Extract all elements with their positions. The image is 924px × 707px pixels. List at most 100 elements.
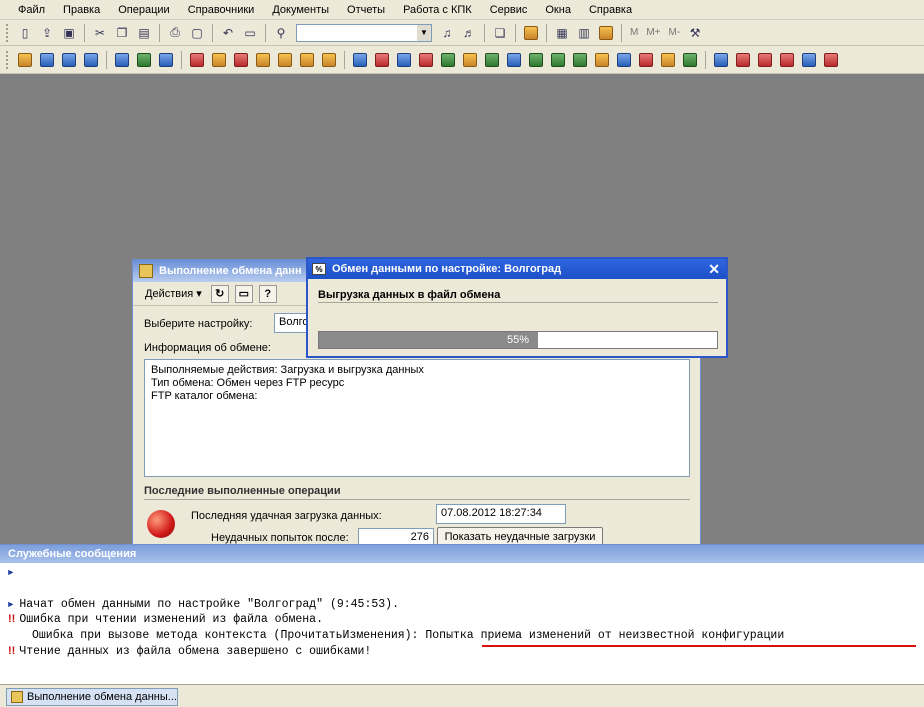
menu-operations[interactable]: Операции (106, 0, 175, 20)
operations-toolbar (0, 46, 924, 74)
money-icon[interactable] (734, 51, 752, 69)
info-label: Информация об обмене: (144, 342, 271, 354)
memory-plus-button[interactable]: M+ (646, 27, 660, 38)
menu-reports[interactable]: Отчеты (335, 0, 391, 20)
actions-label: Действия (145, 288, 194, 300)
documents-icon[interactable] (38, 51, 56, 69)
inventory-icon[interactable] (395, 51, 413, 69)
print-icon[interactable]: ⎙ (166, 24, 184, 42)
message-arrow-icon: ► (8, 600, 14, 610)
sales-icon[interactable] (188, 51, 206, 69)
toolbar-separator (84, 23, 85, 42)
payment-icon[interactable] (320, 51, 338, 69)
sum-icon[interactable] (712, 51, 730, 69)
chevron-down-icon[interactable]: ▼ (417, 24, 431, 41)
cash-out-icon[interactable] (276, 51, 294, 69)
redo-icon[interactable]: ▭ (241, 24, 259, 42)
actions-menu-button[interactable]: Действия ▾ (139, 287, 208, 300)
analysis-icon[interactable] (800, 51, 818, 69)
coins-icon[interactable] (593, 51, 611, 69)
cash-in-icon[interactable] (254, 51, 272, 69)
windows-icon[interactable]: ❏ (491, 24, 509, 42)
bank-icon[interactable] (298, 51, 316, 69)
task-button-exchange[interactable]: Выполнение обмена данны... (6, 688, 178, 706)
message-line: ► Начат обмен данными по настройке "Волго… (8, 598, 399, 611)
price-icon[interactable] (549, 51, 567, 69)
message-text: Чтение данных из файла обмена завершено … (19, 645, 372, 658)
progress-dialog-titlebar[interactable]: % Обмен данными по настройке: Волгоград … (308, 259, 726, 279)
contract-icon[interactable] (505, 51, 523, 69)
users-icon[interactable] (113, 51, 131, 69)
calendar-icon[interactable]: ▥ (575, 24, 593, 42)
register-icon[interactable] (60, 51, 78, 69)
menu-service[interactable]: Сервис (478, 0, 534, 20)
menu-documents[interactable]: Документы (260, 0, 335, 20)
menu-windows[interactable]: Окна (533, 0, 577, 20)
window-taskbar: Выполнение обмена данны... (0, 684, 924, 707)
preview-icon[interactable]: ▢ (188, 24, 206, 42)
paste-icon[interactable]: ▤ (135, 24, 153, 42)
select-setting-label: Выберите настройку: (144, 318, 253, 330)
invoice-icon[interactable] (483, 51, 501, 69)
message-line: Ошибка при вызове метода контекста (Проч… (32, 629, 784, 642)
edit-icon[interactable] (157, 51, 175, 69)
message-text: Ошибка при чтении изменений из файла обм… (19, 613, 323, 626)
tools-icon[interactable]: ⚒ (686, 24, 704, 42)
search-combo[interactable]: ▼ (296, 23, 432, 42)
open-icon[interactable]: ⇪ (38, 24, 56, 42)
new-document-icon[interactable]: ▯ (16, 24, 34, 42)
receipt-icon[interactable] (439, 51, 457, 69)
undo-icon[interactable]: ↶ (219, 24, 237, 42)
purchase-icon[interactable] (210, 51, 228, 69)
copy-icon[interactable]: ❐ (113, 24, 131, 42)
help-1c-icon[interactable] (522, 24, 540, 42)
memory-minus-button[interactable]: M- (669, 27, 681, 38)
pay-icon[interactable] (822, 51, 840, 69)
report-icon[interactable] (615, 51, 633, 69)
return-icon[interactable] (232, 51, 250, 69)
error-icon: !! (8, 645, 16, 657)
menu-edit[interactable]: Правка (51, 0, 106, 20)
close-icon[interactable]: ✕ (708, 261, 720, 278)
message-text: Ошибка при вызове метода контекста (Проч… (32, 629, 785, 642)
toolbar-separator (484, 23, 485, 42)
journal-icon[interactable] (16, 51, 34, 69)
monitor-icon[interactable]: ▭ (234, 284, 253, 303)
book-icon[interactable] (681, 51, 699, 69)
goods-icon[interactable] (527, 51, 545, 69)
cancel-icon[interactable] (637, 51, 655, 69)
save-icon[interactable]: ▣ (60, 24, 78, 42)
transfer-icon[interactable] (351, 51, 369, 69)
last-success-label: Последняя удачная загрузка данных: (191, 510, 382, 522)
writeoff-icon[interactable] (417, 51, 435, 69)
check-icon[interactable] (571, 51, 589, 69)
stack-icon[interactable] (659, 51, 677, 69)
toolbar-grip[interactable] (6, 23, 10, 42)
help-icon[interactable]: ? (258, 284, 277, 303)
cut-icon[interactable]: ✂ (91, 24, 109, 42)
memory-button[interactable]: M (630, 27, 638, 38)
balance-icon[interactable] (778, 51, 796, 69)
menu-help[interactable]: Справка (577, 0, 638, 20)
refresh-icon[interactable]: ↻ (210, 284, 229, 303)
find-next-icon[interactable]: ♫ (438, 24, 456, 42)
order-icon[interactable] (461, 51, 479, 69)
find-prev-icon[interactable]: ♬ (460, 24, 478, 42)
menu-kpk[interactable]: Работа с КПК (391, 0, 478, 20)
menu-catalogs[interactable]: Справочники (176, 0, 261, 20)
menu-file[interactable]: Файл (6, 0, 51, 20)
move-icon[interactable] (373, 51, 391, 69)
calculator-icon[interactable]: ▦ (553, 24, 571, 42)
error-icon: !! (8, 613, 16, 625)
toolbar-grip[interactable] (6, 50, 10, 69)
info-text-area[interactable]: Выполняемые действия: Загрузка и выгрузк… (144, 359, 690, 477)
note-icon[interactable] (597, 24, 615, 42)
exchange-icon (11, 691, 23, 703)
table-icon[interactable] (135, 51, 153, 69)
calc-icon[interactable] (756, 51, 774, 69)
printer-icon[interactable] (82, 51, 100, 69)
find-icon[interactable]: ⚲ (272, 24, 290, 42)
progress-bar: 55% (318, 331, 718, 349)
toolbar-separator (515, 23, 516, 42)
info-line: Тип обмена: Обмен через FTP ресурс (151, 377, 345, 389)
